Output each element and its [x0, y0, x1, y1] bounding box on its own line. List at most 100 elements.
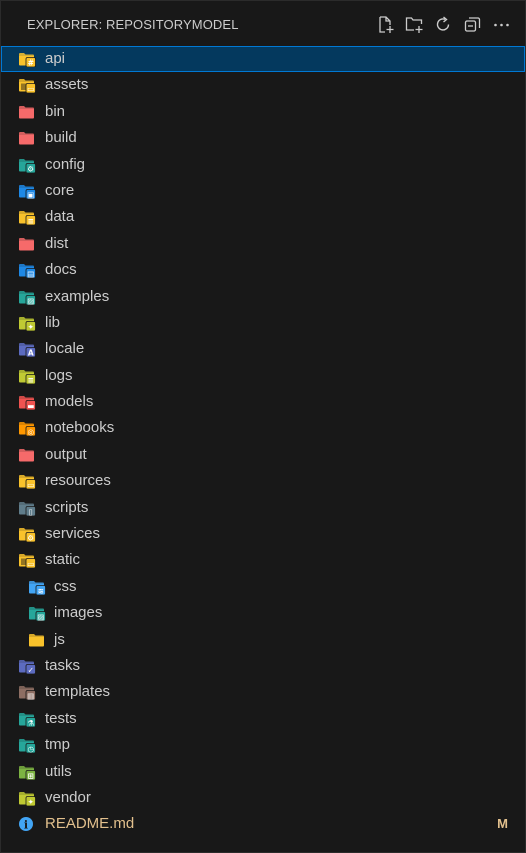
folder-item-examples[interactable]: ▨ examples	[1, 284, 525, 310]
folder-item-logs[interactable]: ≡ logs	[1, 363, 525, 389]
folder-label: bin	[45, 102, 66, 120]
explorer-title: EXPLORER: REPOSITORYMODEL	[27, 17, 239, 32]
collapse-all-button[interactable]	[463, 15, 482, 34]
folder-icon	[19, 448, 34, 462]
folder-label: static	[45, 551, 81, 569]
folder-item-build[interactable]: build	[1, 125, 525, 151]
svg-text:▥: ▥	[27, 692, 34, 701]
folder-item-templates[interactable]: ▥ templates	[1, 679, 525, 705]
folder-label: resources	[45, 472, 111, 490]
folder-item-bin[interactable]: bin	[1, 99, 525, 125]
folder-label: notebooks	[45, 419, 115, 437]
folder-item-images[interactable]: ▨ images	[1, 600, 525, 626]
info-file-icon: i	[19, 817, 33, 832]
folder-item-core[interactable]: ▣ core	[1, 178, 525, 204]
folder-label: models	[45, 393, 94, 411]
folder-item-docs[interactable]: ▤ docs	[1, 257, 525, 283]
folder-item-services[interactable]: ⚙ services	[1, 521, 525, 547]
svg-text:▭: ▭	[27, 560, 34, 569]
folder-item-js[interactable]: js	[1, 627, 525, 653]
new-file-button[interactable]	[376, 15, 395, 34]
svg-text:✦: ✦	[28, 797, 34, 806]
folder-item-output[interactable]: output	[1, 442, 525, 468]
folder-label: scripts	[45, 498, 89, 516]
file-item-readme-md[interactable]: i README.md M	[1, 811, 525, 837]
svg-text:▤: ▤	[27, 269, 34, 278]
folder-item-vendor[interactable]: ✦ vendor	[1, 785, 525, 811]
file-tree: # api ▭ assets bin build ⚙ config ▣ core ≡ data dist…	[1, 46, 525, 838]
folder-icon: ▯	[19, 501, 36, 516]
refresh-icon	[436, 16, 450, 31]
folder-icon: ▤	[19, 264, 36, 279]
new-folder-icon	[405, 17, 423, 33]
svg-text:▬: ▬	[27, 401, 34, 410]
folder-label: core	[45, 181, 75, 199]
svg-text:✦: ✦	[28, 322, 34, 331]
folder-item-locale[interactable]: Alocale	[1, 336, 525, 362]
svg-text:▭: ▭	[27, 85, 34, 94]
folder-label: config	[45, 155, 86, 173]
folder-icon: ⚗	[19, 712, 36, 727]
svg-text:▭: ▭	[27, 481, 34, 490]
folder-item-dist[interactable]: dist	[1, 231, 525, 257]
folder-label: logs	[45, 366, 73, 384]
folder-item-tasks[interactable]: ✓ tasks	[1, 653, 525, 679]
more-actions-button[interactable]	[492, 15, 511, 34]
folder-label: output	[45, 445, 87, 463]
svg-text:≡: ≡	[28, 217, 34, 226]
folder-item-resources[interactable]: ▭ resources	[1, 468, 525, 494]
folder-label: lib	[45, 313, 61, 331]
folder-item-tmp[interactable]: ◷ tmp	[1, 732, 525, 758]
explorer-actions	[376, 15, 511, 34]
svg-text:⊞: ⊞	[28, 771, 34, 780]
svg-text:i: i	[24, 819, 28, 832]
folder-label: examples	[45, 287, 110, 305]
folder-label: docs	[45, 261, 77, 279]
svg-text:≋: ≋	[38, 586, 44, 595]
folder-item-utils[interactable]: ⊞ utils	[1, 759, 525, 785]
svg-text:✓: ✓	[28, 665, 34, 674]
folder-item-lib[interactable]: ✦ lib	[1, 310, 525, 336]
folder-label: js	[54, 630, 65, 648]
explorer-panel: EXPLORER: REPOSITORYMODEL # api ▭ assets…	[0, 0, 526, 853]
folder-label: locale	[45, 340, 85, 358]
folder-icon: ⚙	[19, 158, 36, 173]
folder-icon: ▬	[19, 396, 36, 411]
folder-label: api	[45, 50, 66, 67]
folder-label: build	[45, 129, 77, 147]
git-status-badge: M	[497, 816, 508, 832]
folder-item-assets[interactable]: ▭ assets	[1, 72, 525, 98]
refresh-button[interactable]	[434, 15, 453, 34]
folder-label: tasks	[45, 656, 81, 674]
explorer-header: EXPLORER: REPOSITORYMODEL	[1, 1, 525, 45]
folder-label: css	[54, 577, 77, 595]
svg-text:⚗: ⚗	[27, 718, 34, 727]
folder-item-scripts[interactable]: ▯ scripts	[1, 495, 525, 521]
folder-icon: ▨	[29, 607, 46, 622]
svg-text:▣: ▣	[27, 190, 34, 199]
folder-open-icon: ▭	[19, 79, 36, 94]
folder-label: tests	[45, 709, 77, 727]
svg-text:▯: ▯	[29, 507, 33, 516]
svg-text:⚙: ⚙	[27, 533, 34, 542]
folder-item-static[interactable]: ▭ static	[1, 547, 525, 573]
folder-item-notebooks[interactable]: ◎ notebooks	[1, 415, 525, 441]
folder-icon: ✦	[19, 791, 36, 806]
collapse-all-icon	[464, 17, 481, 32]
folder-item-css[interactable]: ≋ css	[1, 574, 525, 600]
svg-text:⚙: ⚙	[27, 164, 34, 173]
folder-item-config[interactable]: ⚙ config	[1, 152, 525, 178]
new-folder-button[interactable]	[405, 15, 424, 34]
folder-icon: ⊞	[19, 765, 36, 780]
folder-item-tests[interactable]: ⚗ tests	[1, 706, 525, 732]
folder-item-data[interactable]: ≡ data	[1, 204, 525, 230]
folder-icon: ✦	[19, 316, 36, 331]
folder-icon: A	[19, 343, 36, 358]
folder-icon	[29, 633, 44, 647]
folder-item-models[interactable]: ▬ models	[1, 389, 525, 415]
folder-item-api[interactable]: # api	[1, 46, 525, 73]
folder-icon	[19, 132, 34, 145]
folder-icon: ◷	[19, 739, 36, 754]
svg-text:◎: ◎	[27, 428, 34, 437]
folder-icon	[19, 237, 34, 251]
